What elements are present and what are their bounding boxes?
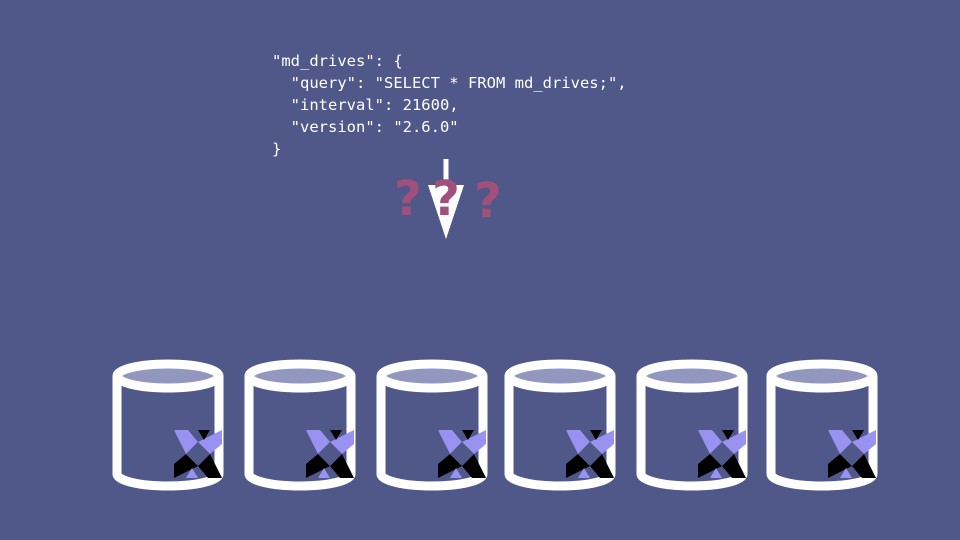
config-line: "md_drives": {	[272, 52, 403, 70]
question-mark: ?	[394, 171, 422, 227]
database-icon	[244, 359, 356, 491]
config-line: "interval": 21600,	[272, 96, 459, 114]
osquery-logo-icon	[698, 430, 746, 478]
database-icon	[636, 359, 748, 491]
osquery-config-snippet: "md_drives": { "query": "SELECT * FROM m…	[272, 50, 627, 160]
osquery-logo-icon	[566, 430, 614, 478]
database-icon	[112, 359, 224, 491]
osquery-logo-icon	[174, 430, 222, 478]
osquery-logo-icon	[828, 430, 876, 478]
question-mark: ?	[474, 173, 502, 229]
down-arrow-with-question-marks: ? ? ?	[394, 159, 502, 239]
database-icon	[504, 359, 616, 491]
question-mark: ?	[432, 171, 460, 227]
osquery-logo-icon	[438, 430, 486, 478]
osquery-logo-icon	[306, 430, 354, 478]
config-line: "version": "2.6.0"	[272, 118, 459, 136]
database-icon	[376, 359, 488, 491]
config-line: "query": "SELECT * FROM md_drives;",	[272, 74, 627, 92]
database-icon	[766, 359, 878, 491]
